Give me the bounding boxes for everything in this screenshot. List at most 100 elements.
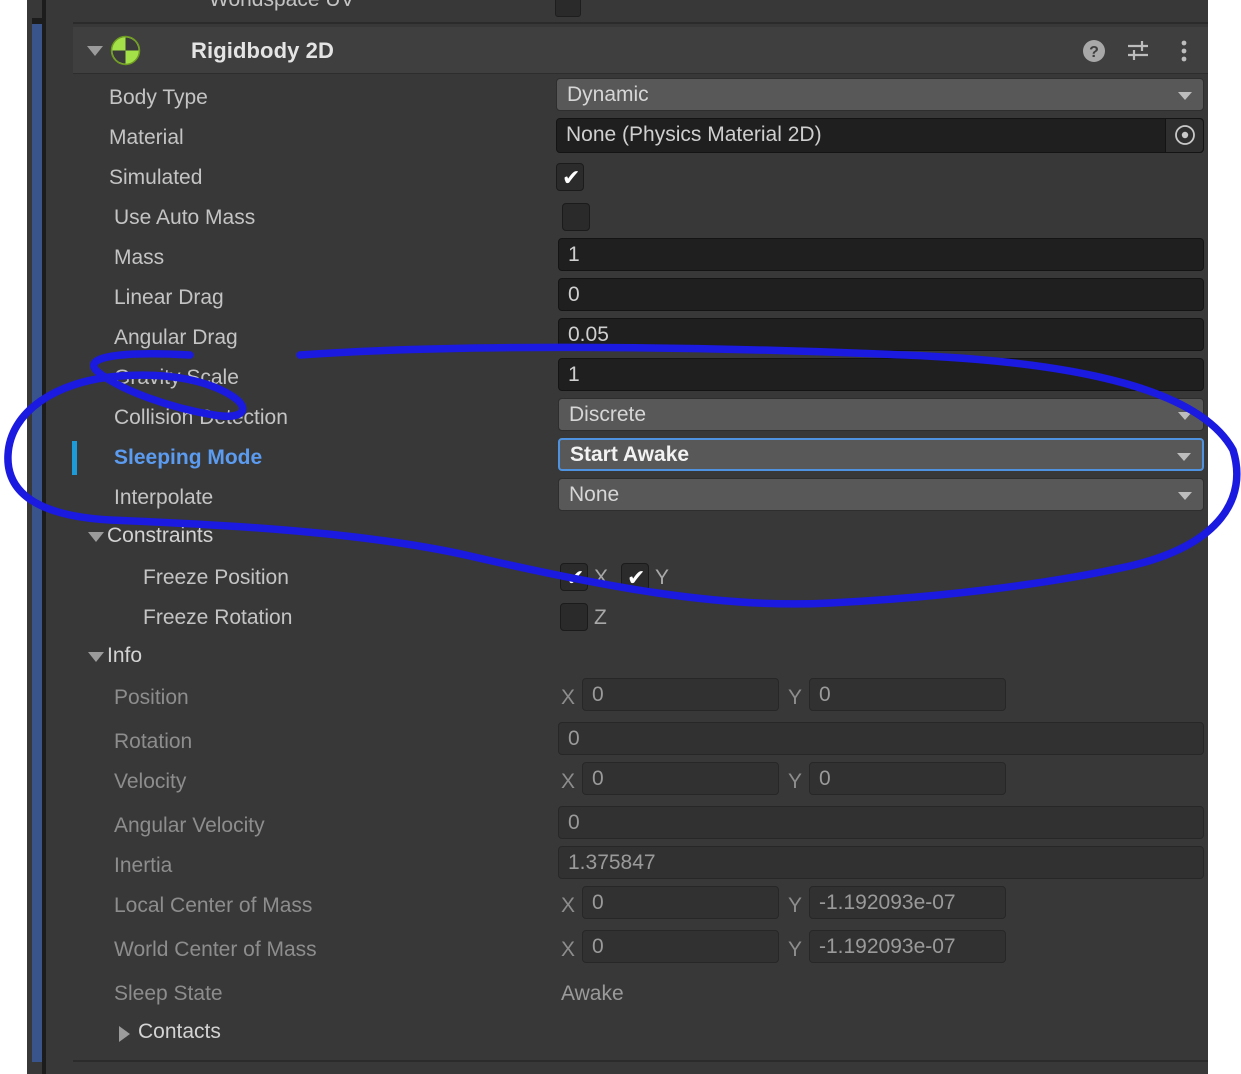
body-type-value: Dynamic — [567, 83, 649, 106]
local-center-x-label: X — [561, 894, 576, 917]
position-y-value: 0 — [819, 683, 831, 706]
row-freeze-rotation[interactable]: Freeze Rotation Z — [73, 598, 1208, 638]
position-x-label: X — [561, 686, 576, 709]
inertia-value: 1.375847 — [568, 851, 656, 874]
velocity-x-label: X — [561, 770, 576, 793]
screenshot-root: Worldspace UV Rigidbody 2D ? — [0, 0, 1241, 1074]
row-label-material: Material — [109, 126, 184, 149]
section-info[interactable]: Info — [73, 638, 1208, 678]
local-center-y-label: Y — [788, 894, 803, 917]
chevron-down-icon[interactable] — [87, 46, 103, 56]
material-object-field[interactable]: None (Physics Material 2D) — [556, 118, 1204, 153]
collision-detection-value: Discrete — [569, 403, 647, 426]
linear-drag-input[interactable]: 0 — [558, 278, 1204, 311]
row-collision-detection[interactable]: Collision Detection Discrete — [73, 398, 1208, 438]
row-world-center-of-mass: World Center of Mass X 0 Y -1.192093e-07 — [73, 930, 1208, 970]
row-velocity: Velocity X 0 Y 0 — [73, 762, 1208, 802]
angular-velocity-field: 0 — [558, 806, 1204, 839]
freeze-position-x-checkbox[interactable]: ✔ — [560, 563, 588, 591]
world-center-y-label: Y — [788, 938, 803, 961]
chevron-down-icon[interactable] — [88, 532, 104, 542]
row-sleeping-mode[interactable]: Sleeping Mode Start Awake — [72, 438, 1208, 478]
angular-drag-input[interactable]: 0.05 — [558, 318, 1204, 351]
worldspace-uv-checkbox[interactable] — [555, 0, 581, 17]
position-x-value: 0 — [592, 683, 604, 706]
sleeping-mode-dropdown[interactable]: Start Awake — [558, 438, 1204, 471]
row-label-body-type: Body Type — [109, 86, 208, 109]
freeze-position-y-label: Y — [655, 566, 670, 589]
gravity-scale-value: 1 — [568, 363, 580, 386]
row-body-type[interactable]: Body Type Dynamic — [73, 78, 1208, 118]
section-constraints[interactable]: Constraints — [73, 518, 1208, 558]
bottom-separator — [73, 1060, 1208, 1062]
row-mass[interactable]: Mass 1 — [73, 238, 1208, 278]
row-label-linear-drag: Linear Drag — [114, 286, 224, 309]
row-gravity-scale[interactable]: Gravity Scale 1 — [73, 358, 1208, 398]
chevron-down-icon — [1177, 453, 1191, 461]
position-y-label: Y — [788, 686, 803, 709]
angular-velocity-value: 0 — [568, 811, 580, 834]
collision-detection-dropdown[interactable]: Discrete — [558, 398, 1204, 431]
row-label-mass: Mass — [114, 246, 165, 269]
row-freeze-position[interactable]: Freeze Position ✔ X ✔ Y — [73, 558, 1208, 598]
freeze-position-y-checkbox[interactable]: ✔ — [621, 563, 649, 591]
rigidbody2d-icon — [110, 35, 141, 66]
interpolate-value: None — [569, 483, 620, 506]
section-label-constraints: Constraints — [107, 524, 214, 547]
check-icon: ✔ — [562, 165, 581, 190]
row-label-worldspace-uv: Worldspace UV — [209, 0, 355, 12]
row-angular-drag[interactable]: Angular Drag 0.05 — [73, 318, 1208, 358]
section-contacts[interactable]: Contacts — [73, 1014, 1208, 1054]
rotation-value: 0 — [568, 727, 580, 750]
row-label-position: Position — [114, 686, 189, 709]
local-center-x-field: 0 — [582, 886, 779, 919]
sleep-state-value: Awake — [561, 982, 624, 1005]
freeze-rotation-z-label: Z — [594, 606, 607, 629]
freeze-position-x-label: X — [594, 566, 609, 589]
velocity-x-value: 0 — [592, 767, 604, 790]
use-auto-mass-checkbox[interactable] — [562, 203, 590, 231]
component-header-rigidbody2d[interactable]: Rigidbody 2D ? — [73, 27, 1208, 74]
check-icon: ✔ — [566, 565, 585, 590]
interpolate-dropdown[interactable]: None — [558, 478, 1204, 511]
chevron-down-icon[interactable] — [88, 652, 104, 662]
section-label-info: Info — [107, 644, 143, 667]
section-label-contacts: Contacts — [138, 1020, 221, 1043]
row-label-use-auto-mass: Use Auto Mass — [114, 206, 256, 229]
velocity-y-field: 0 — [809, 762, 1006, 795]
velocity-y-value: 0 — [819, 767, 831, 790]
local-center-y-value: -1.192093e-07 — [819, 891, 956, 914]
preset-icon[interactable] — [1126, 38, 1152, 64]
row-label-collision-detection: Collision Detection — [114, 406, 288, 429]
row-label-inertia: Inertia — [114, 854, 173, 877]
freeze-rotation-z-checkbox[interactable] — [560, 603, 588, 631]
component-title: Rigidbody 2D — [191, 38, 334, 63]
more-menu-icon[interactable] — [1171, 38, 1197, 64]
inertia-field: 1.375847 — [558, 846, 1204, 879]
row-material[interactable]: Material None (Physics Material 2D) — [73, 118, 1208, 158]
world-center-y-value: -1.192093e-07 — [819, 935, 956, 958]
row-worldspace-uv[interactable]: Worldspace UV — [73, 0, 1208, 22]
row-position: Position X 0 Y 0 — [73, 678, 1208, 718]
row-interpolate[interactable]: Interpolate None — [73, 478, 1208, 518]
row-label-rotation: Rotation — [114, 730, 193, 753]
sleeping-mode-value: Start Awake — [570, 443, 690, 466]
row-label-local-center-of-mass: Local Center of Mass — [114, 894, 313, 917]
world-center-x-label: X — [561, 938, 576, 961]
simulated-checkbox[interactable]: ✔ — [556, 163, 584, 191]
row-label-angular-drag: Angular Drag — [114, 326, 238, 349]
row-label-angular-velocity: Angular Velocity — [114, 814, 265, 837]
velocity-x-field: 0 — [582, 762, 779, 795]
help-icon[interactable]: ? — [1081, 38, 1107, 64]
body-type-dropdown[interactable]: Dynamic — [556, 78, 1204, 111]
object-picker-icon[interactable] — [1165, 119, 1203, 152]
gravity-scale-input[interactable]: 1 — [558, 358, 1204, 391]
row-linear-drag[interactable]: Linear Drag 0 — [73, 278, 1208, 318]
mass-input[interactable]: 1 — [558, 238, 1204, 271]
row-use-auto-mass[interactable]: Use Auto Mass — [73, 198, 1208, 238]
world-center-x-value: 0 — [592, 935, 604, 958]
local-center-y-field: -1.192093e-07 — [809, 886, 1006, 919]
row-simulated[interactable]: Simulated ✔ — [73, 158, 1208, 198]
chevron-right-icon[interactable] — [119, 1026, 130, 1042]
world-center-x-field: 0 — [582, 930, 779, 963]
